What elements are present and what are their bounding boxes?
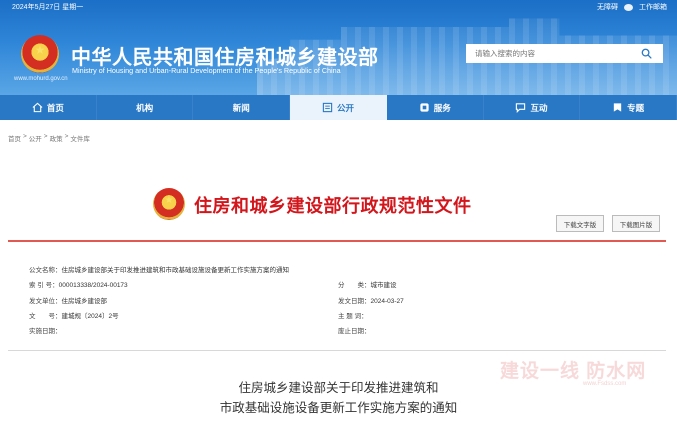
- nav-item-label: 互动: [530, 102, 548, 113]
- site-header: 2024年5月27日 星期一 无障碍 工作邮箱 中华人民共和国住房和城乡建设部 …: [0, 0, 677, 95]
- search-button[interactable]: [630, 44, 663, 63]
- top-links: 无障碍 工作邮箱: [597, 2, 667, 12]
- breadcrumb-open[interactable]: 公开: [29, 133, 42, 143]
- nav-item-organization[interactable]: 机构: [97, 95, 194, 120]
- download-picture-button[interactable]: 下载图片版: [612, 215, 660, 232]
- meta-topic: 主 题 词：: [338, 313, 368, 320]
- breadcrumb-home[interactable]: 首页: [8, 133, 21, 143]
- doc-banner-title: 住房和城乡建设部行政规范性文件: [194, 196, 472, 216]
- watermark: 建设一线 防水网: [500, 361, 647, 382]
- nav-item-label: 首页: [46, 102, 64, 113]
- watermark-url: www.Fsdss.com: [583, 381, 627, 387]
- home-icon: [32, 102, 43, 113]
- nav-item-open[interactable]: 公开: [290, 95, 387, 120]
- nav-item-news[interactable]: 新闻: [193, 95, 291, 120]
- nav-item-label: 机构: [136, 102, 154, 113]
- breadcrumb-policy[interactable]: 政策: [50, 133, 63, 143]
- breadcrumb: 首页 > 公开 > 政策 > 文件库: [8, 133, 90, 143]
- meta-category: 分 类：城市建设: [338, 282, 397, 289]
- search-input[interactable]: [466, 44, 630, 63]
- chat-bubble-icon: [624, 3, 633, 11]
- current-date: 2024年5月27日 星期一: [12, 4, 84, 11]
- meta-public-title: 公文名称：住房城乡建设部关于印发推进建筑和市政基础设施设备更新工作实施方案的通知: [29, 267, 289, 274]
- site-url: www.mohurd.gov.cn: [14, 76, 68, 82]
- open-doc-icon: [322, 102, 333, 113]
- national-emblem-logo[interactable]: [21, 35, 59, 73]
- nav-item-topic[interactable]: 专题: [580, 95, 677, 120]
- nav-item-label: 新闻: [232, 102, 250, 113]
- meta-abolish: 废止日期：: [338, 328, 371, 335]
- nav-item-service[interactable]: 服务: [387, 95, 484, 120]
- red-divider: [8, 240, 666, 242]
- breadcrumb-library[interactable]: 文件库: [70, 133, 90, 143]
- document-title-line2: 市政基础设施设备更新工作实施方案的通知: [219, 401, 458, 415]
- search-icon: [641, 48, 652, 59]
- meta-effective: 实施日期：: [29, 328, 62, 335]
- meta-date: 发文日期：2024-03-27: [338, 298, 404, 305]
- document-title: 住房城乡建设部关于印发推进建筑和 市政基础设施设备更新工作实施方案的通知: [0, 378, 677, 418]
- meta-index: 索 引 号：000013338/2024-00173: [29, 282, 128, 289]
- nav-item-interact[interactable]: 互动: [484, 95, 581, 120]
- meta-issuer: 发文单位：住房城乡建设部: [29, 298, 107, 305]
- main-nav: 首页 机构 新闻 公开 服务 互动 专题: [0, 95, 677, 120]
- doc-emblem-icon: [153, 188, 185, 220]
- search-box: [466, 44, 663, 63]
- nav-item-label: 公开: [337, 102, 355, 113]
- meta-docno: 文 号：建城规〔2024〕2号: [29, 313, 119, 320]
- accessibility-link[interactable]: 无障碍: [597, 2, 618, 12]
- chat-icon: [516, 103, 526, 113]
- nav-item-home[interactable]: 首页: [0, 95, 97, 120]
- nav-item-label: 专题: [627, 102, 645, 113]
- gray-divider: [8, 350, 666, 351]
- service-icon: [420, 103, 429, 112]
- nav-item-label: 服务: [433, 102, 451, 113]
- download-word-button[interactable]: 下载文字版: [556, 215, 604, 232]
- topic-icon: [613, 103, 622, 112]
- site-subtitle: Ministry of Housing and Urban-Rural Deve…: [72, 66, 341, 75]
- work-email-link[interactable]: 工作邮箱: [639, 2, 667, 12]
- top-bar: 2024年5月27日 星期一 无障碍 工作邮箱: [0, 0, 677, 16]
